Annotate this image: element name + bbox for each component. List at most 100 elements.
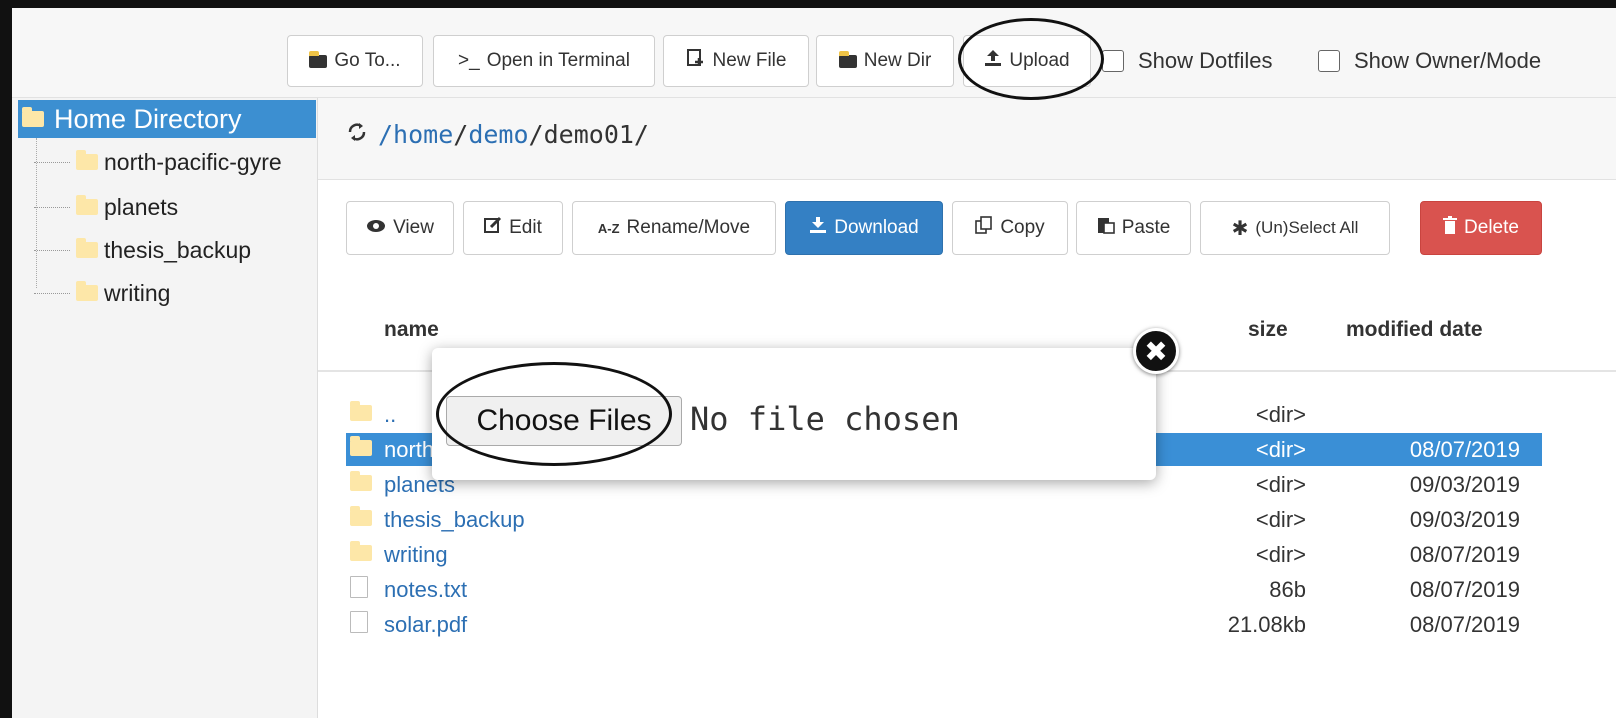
home-directory-label: Home Directory bbox=[54, 103, 242, 134]
tree-item-north-pacific-gyre[interactable]: north-pacific-gyre bbox=[34, 146, 282, 178]
row-size: 21.08kb bbox=[1227, 612, 1306, 637]
tree-connector bbox=[34, 161, 70, 163]
row-date: 08/07/2019 bbox=[1409, 577, 1520, 602]
new-dir-button[interactable]: New Dir bbox=[816, 35, 954, 87]
folder-icon bbox=[350, 506, 372, 526]
row-size: 86b bbox=[1269, 577, 1306, 602]
open-terminal-button[interactable]: >_ Open in Terminal bbox=[433, 35, 655, 87]
open-terminal-label: Open in Terminal bbox=[486, 50, 630, 71]
refresh-icon[interactable] bbox=[346, 120, 368, 149]
tree-item-label: thesis_backup bbox=[104, 236, 252, 263]
row-name[interactable]: notes.txt bbox=[384, 577, 467, 603]
upload-label: Upload bbox=[1009, 50, 1070, 71]
tree-item-planets[interactable]: planets bbox=[34, 191, 178, 223]
row-name[interactable]: .. bbox=[384, 402, 396, 428]
view-label: View bbox=[393, 217, 434, 238]
table-row[interactable]: writing <dir> 08/07/2019 bbox=[346, 538, 1542, 571]
upload-button[interactable]: Upload bbox=[963, 35, 1091, 87]
breadcrumb-separator: / bbox=[453, 120, 469, 149]
folder-icon bbox=[76, 281, 98, 301]
directory-tree: Home Directory north-pacific-gyre planet… bbox=[12, 98, 318, 718]
row-size: <dir> bbox=[1255, 402, 1306, 427]
table-row[interactable]: thesis_backup <dir> 09/03/2019 bbox=[346, 503, 1542, 536]
upload-dialog: Choose Files No file chosen bbox=[432, 348, 1156, 480]
top-toolbar: Go To... >_ Open in Terminal New File Ne… bbox=[12, 8, 1616, 98]
tree-item-thesis-backup[interactable]: thesis_backup bbox=[34, 234, 251, 266]
new-dir-label: New Dir bbox=[863, 50, 932, 71]
edit-icon bbox=[484, 216, 502, 240]
close-icon[interactable]: ✖ bbox=[1133, 328, 1179, 374]
folder-icon bbox=[350, 541, 372, 561]
folder-icon bbox=[350, 401, 372, 421]
row-date: 09/03/2019 bbox=[1409, 507, 1520, 532]
goto-label: Go To... bbox=[334, 50, 401, 71]
edit-button[interactable]: Edit bbox=[463, 201, 563, 255]
folder-icon bbox=[22, 107, 44, 127]
row-date: 08/07/2019 bbox=[1409, 437, 1520, 462]
file-status-text: No file chosen bbox=[690, 400, 960, 438]
copy-button[interactable]: Copy bbox=[952, 201, 1068, 255]
folder-icon bbox=[76, 238, 98, 258]
file-icon bbox=[350, 611, 368, 633]
delete-label: Delete bbox=[1464, 217, 1519, 238]
checkbox-box[interactable] bbox=[1318, 50, 1340, 72]
tree-connector bbox=[34, 206, 70, 208]
tree-home-directory[interactable]: Home Directory bbox=[18, 100, 316, 138]
new-file-button[interactable]: New File bbox=[663, 35, 809, 87]
asterisk-icon: ✱ bbox=[1231, 217, 1249, 240]
breadcrumb-demo01: demo01 bbox=[543, 120, 634, 149]
delete-button[interactable]: Delete bbox=[1420, 201, 1542, 255]
show-owner-mode-label: Show Owner/Mode bbox=[1354, 48, 1542, 73]
choose-files-button[interactable]: Choose Files bbox=[446, 396, 682, 446]
row-size: <dir> bbox=[1255, 472, 1306, 497]
copy-label: Copy bbox=[1000, 217, 1045, 238]
table-row[interactable]: solar.pdf 21.08kb 08/07/2019 bbox=[346, 608, 1542, 641]
paste-button[interactable]: Paste bbox=[1076, 201, 1191, 255]
rename-move-button[interactable]: A-Z Rename/Move bbox=[572, 201, 776, 255]
folder-icon bbox=[350, 471, 372, 491]
row-name[interactable]: solar.pdf bbox=[384, 612, 467, 638]
breadcrumb-demo[interactable]: demo bbox=[468, 120, 528, 149]
download-label: Download bbox=[834, 217, 919, 238]
file-manager-window: Go To... >_ Open in Terminal New File Ne… bbox=[0, 0, 1616, 718]
tree-connector bbox=[34, 292, 70, 294]
row-size: <dir> bbox=[1255, 507, 1306, 532]
folder-icon bbox=[350, 436, 372, 456]
row-name[interactable]: writing bbox=[384, 542, 448, 568]
row-date: 08/07/2019 bbox=[1409, 612, 1520, 637]
select-all-button[interactable]: ✱ (Un)Select All bbox=[1200, 201, 1390, 255]
breadcrumb-separator: / bbox=[528, 120, 544, 149]
show-owner-mode-checkbox[interactable]: Show Owner/Mode bbox=[1318, 48, 1541, 74]
show-dotfiles-checkbox[interactable]: Show Dotfiles bbox=[1102, 48, 1273, 74]
column-header-size[interactable]: size bbox=[1248, 318, 1288, 342]
eye-icon bbox=[366, 217, 386, 239]
download-icon bbox=[809, 216, 827, 240]
row-date: 08/07/2019 bbox=[1409, 542, 1520, 567]
row-size: <dir> bbox=[1255, 542, 1306, 567]
row-name[interactable]: thesis_backup bbox=[384, 507, 525, 533]
table-row[interactable]: notes.txt 86b 08/07/2019 bbox=[346, 573, 1542, 606]
tree-item-label: north-pacific-gyre bbox=[104, 148, 282, 175]
folder-icon bbox=[76, 195, 98, 215]
paste-label: Paste bbox=[1121, 217, 1171, 238]
tree-item-label: writing bbox=[104, 279, 171, 306]
column-header-modified-date[interactable]: modified date bbox=[1346, 318, 1483, 342]
breadcrumb: /home/demo/demo01/ bbox=[346, 120, 649, 149]
row-size: <dir> bbox=[1255, 437, 1306, 462]
breadcrumb-home[interactable]: /home bbox=[378, 120, 453, 149]
tree-item-label: planets bbox=[104, 193, 179, 220]
edit-label: Edit bbox=[509, 217, 542, 238]
view-button[interactable]: View bbox=[346, 201, 454, 255]
goto-button[interactable]: Go To... bbox=[287, 35, 423, 87]
checkbox-box[interactable] bbox=[1102, 50, 1124, 72]
copy-icon bbox=[975, 216, 993, 240]
sort-alpha-icon: A-Z bbox=[597, 220, 620, 236]
new-file-label: New File bbox=[712, 50, 787, 71]
column-header-name[interactable]: name bbox=[384, 318, 439, 342]
new-file-icon bbox=[686, 48, 706, 74]
select-all-label: (Un)Select All bbox=[1255, 218, 1359, 237]
folder-icon bbox=[309, 50, 328, 68]
download-button[interactable]: Download bbox=[785, 201, 943, 255]
rename-move-label: Rename/Move bbox=[626, 217, 751, 238]
tree-item-writing[interactable]: writing bbox=[34, 277, 170, 309]
